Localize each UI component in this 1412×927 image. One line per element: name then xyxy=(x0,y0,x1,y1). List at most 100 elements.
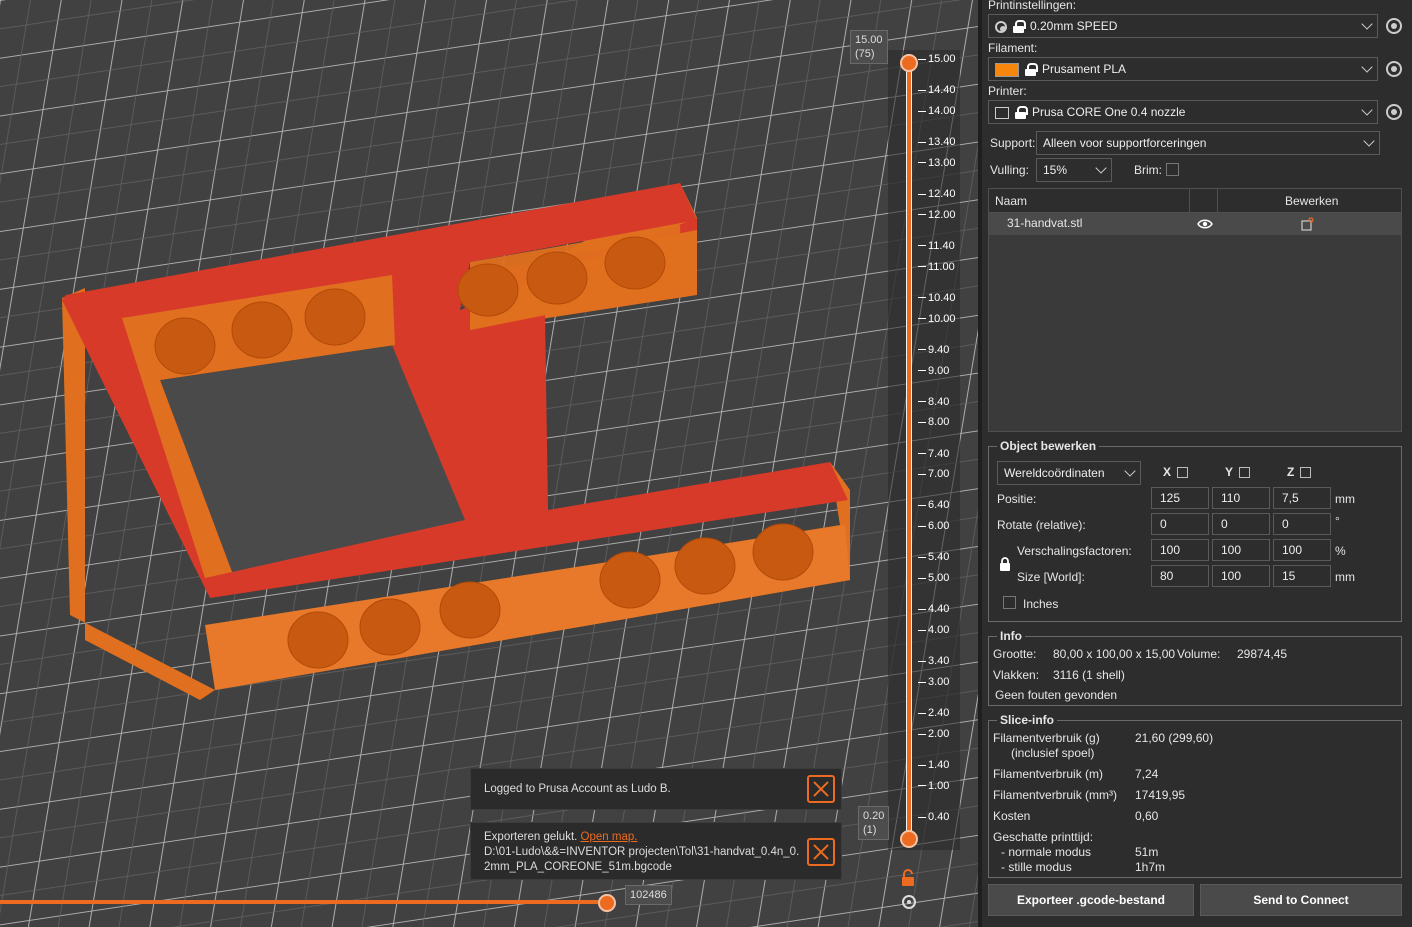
filament-m-value: 7,24 xyxy=(1135,767,1159,781)
filament-g-value: 21,60 (299,60) xyxy=(1135,731,1214,745)
layer-tick-label: 9.40 xyxy=(918,344,978,356)
filament-combo[interactable]: Prusament PLA xyxy=(988,57,1378,81)
filament-color-swatch[interactable] xyxy=(995,62,1019,77)
layer-tick-label: 2.40 xyxy=(918,707,978,719)
layer-top-thumb[interactable] xyxy=(900,54,918,72)
size-x-input[interactable]: 80 xyxy=(1151,565,1209,587)
open-folder-link[interactable]: Open map. xyxy=(581,831,638,843)
filament-value: Prusament PLA xyxy=(1042,62,1127,76)
close-icon[interactable] xyxy=(807,775,835,803)
info-size-value: 80,00 x 100,00 x 15,00 xyxy=(1053,647,1176,661)
notification-login-text: Logged to Prusa Account as Ludo B. xyxy=(484,783,671,795)
lock-icon[interactable] xyxy=(999,557,1011,571)
cost-value: 0,60 xyxy=(1135,809,1159,823)
size-y-input[interactable]: 100 xyxy=(1212,565,1270,587)
axis-y-label: Y xyxy=(1225,465,1251,479)
axis-y-icon[interactable] xyxy=(1239,467,1251,479)
brim-checkbox[interactable] xyxy=(1166,163,1179,176)
layer-tick-label: 4.00 xyxy=(918,624,978,636)
inches-checkbox[interactable] xyxy=(1003,596,1016,609)
object-row[interactable]: 31-handvat.stl xyxy=(989,213,1401,235)
layer-tick-label: 15.00 xyxy=(918,53,978,65)
column-edit-header[interactable]: Bewerken xyxy=(1285,194,1338,208)
gear-icon[interactable] xyxy=(900,893,918,911)
position-y-input[interactable]: 110 xyxy=(1212,487,1270,509)
edit-icon[interactable] xyxy=(1301,217,1315,231)
layer-tick-label: 12.40 xyxy=(918,188,978,200)
rotation-z-input[interactable]: 0 xyxy=(1273,513,1331,535)
column-name-header[interactable]: Naam xyxy=(995,194,1027,208)
layer-tick-label: 12.00 xyxy=(918,209,978,221)
infill-value: 15% xyxy=(1043,163,1068,177)
chevron-down-icon xyxy=(1363,135,1375,147)
layer-tick-label: 11.00 xyxy=(918,261,978,273)
support-combo[interactable]: Alleen voor supportforceringen xyxy=(1036,131,1380,155)
layer-top-height: 15.00 xyxy=(855,34,883,46)
size-z-input[interactable]: 15 xyxy=(1273,565,1331,587)
chevron-down-icon xyxy=(1124,465,1136,477)
gear-icon[interactable] xyxy=(1386,104,1402,120)
layer-top-number: (75) xyxy=(855,48,875,60)
layer-tick-label: 8.40 xyxy=(918,396,978,408)
scale-y-input[interactable]: 100 xyxy=(1212,539,1270,561)
gear-icon xyxy=(995,20,1007,33)
moves-slider-thumb[interactable] xyxy=(598,894,616,912)
layer-tick-label: 7.00 xyxy=(918,468,978,480)
moves-slider-fill[interactable] xyxy=(0,900,608,904)
eye-icon[interactable] xyxy=(1197,218,1213,230)
send-to-connect-button[interactable]: Send to Connect xyxy=(1200,884,1402,916)
filament-g-label: Filamentverbruik (g) xyxy=(993,731,1100,745)
rotation-x-input[interactable]: 0 xyxy=(1151,513,1209,535)
printer-combo[interactable]: Prusa CORE One 0.4 nozzle xyxy=(988,100,1378,124)
silent-mode-value: 1h7m xyxy=(1135,860,1166,874)
chevron-down-icon xyxy=(1361,104,1373,116)
layer-tick-label: 1.00 xyxy=(918,780,978,792)
unlock-icon[interactable] xyxy=(900,869,916,887)
export-path-line1: D:\01-Ludo\&&=INVENTOR projecten\Tol\31-… xyxy=(484,846,800,858)
chevron-down-icon xyxy=(1361,61,1373,73)
layer-tick-label: 9.00 xyxy=(918,365,978,377)
close-icon[interactable] xyxy=(807,838,835,866)
object-edit-group: Object bewerken Wereldcoördinaten X Y Z … xyxy=(988,439,1402,622)
info-errors: Geen fouten gevonden xyxy=(995,688,1118,702)
info-volume-value: 29874,45 xyxy=(1237,647,1288,661)
scale-unit: % xyxy=(1335,544,1346,558)
axis-x-icon[interactable] xyxy=(1177,467,1189,479)
printer-label: Printer: xyxy=(988,84,1027,98)
support-value: Alleen voor supportforceringen xyxy=(1043,136,1207,150)
layer-tick-label: 14.40 xyxy=(918,84,978,96)
gear-icon[interactable] xyxy=(1386,61,1402,77)
info-faces-value: 3116 (1 shell) xyxy=(1053,668,1125,682)
print-settings-combo[interactable]: 0.20mm SPEED xyxy=(988,14,1378,38)
scale-x-input[interactable]: 100 xyxy=(1151,539,1209,561)
scale-z-input[interactable]: 100 xyxy=(1273,539,1331,561)
layer-tick-label: 4.40 xyxy=(918,603,978,615)
coordinate-system-combo[interactable]: Wereldcoördinaten xyxy=(997,461,1141,485)
layer-bottom-thumb[interactable] xyxy=(900,830,918,848)
3d-viewport[interactable]: 15.00 14.40 14.00 13.40 13.00 12.40 12.00 11.40… xyxy=(0,0,978,927)
chevron-down-icon xyxy=(1095,162,1107,174)
filament-mm3-label: Filamentverbruik (mm³) xyxy=(993,788,1118,802)
axis-x-label: X xyxy=(1163,465,1189,479)
inches-label: Inches xyxy=(1023,597,1059,611)
axis-z-icon[interactable] xyxy=(1300,467,1312,479)
print-settings-value: 0.20mm SPEED xyxy=(1030,19,1118,33)
object-name: 31-handvat.stl xyxy=(1007,216,1083,230)
lock-icon xyxy=(1015,106,1028,120)
rotation-y-input[interactable]: 0 xyxy=(1212,513,1270,535)
layer-bottom-height: 0.20 xyxy=(863,810,885,822)
gear-icon[interactable] xyxy=(1386,18,1402,34)
infill-combo[interactable]: 15% xyxy=(1036,158,1112,182)
print-settings-label: Printinstellingen: xyxy=(988,0,1077,12)
position-x-input[interactable]: 125 xyxy=(1151,487,1209,509)
export-gcode-button[interactable]: Exporteer .gcode-bestand xyxy=(988,884,1194,916)
lock-icon xyxy=(1025,63,1038,77)
layer-bottom-number: (1) xyxy=(863,824,877,836)
layer-tick-label: 10.00 xyxy=(918,313,978,325)
info-group: Info Grootte: 80,00 x 100,00 x 15,00 Vol… xyxy=(988,629,1402,706)
size-unit: mm xyxy=(1335,570,1355,584)
layer-tick-label: 3.40 xyxy=(918,655,978,667)
filament-m-label: Filamentverbruik (m) xyxy=(993,767,1104,781)
export-path-line2: 2mm_PLA_COREONE_51m.bgcode xyxy=(484,861,672,873)
position-z-input[interactable]: 7,5 xyxy=(1273,487,1331,509)
